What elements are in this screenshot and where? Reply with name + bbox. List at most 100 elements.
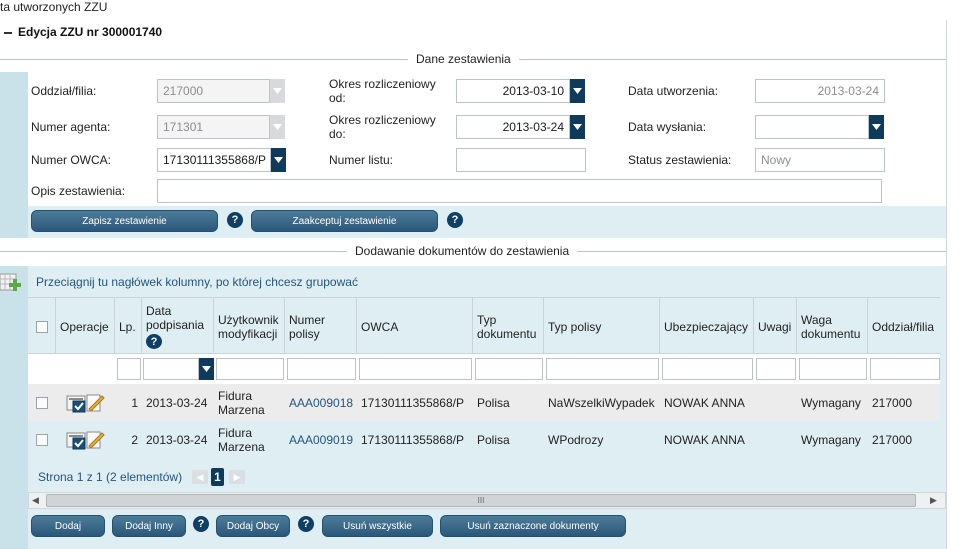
remove-all-button[interactable]: Usuń wszystkie: [322, 515, 433, 537]
help-icon[interactable]: ?: [227, 212, 243, 228]
numer-listu-label: Numer listu:: [329, 153, 394, 167]
scroll-left-icon[interactable]: ◀: [32, 495, 39, 506]
opis-input[interactable]: [157, 179, 882, 203]
opis-label: Opis zestawienia:: [31, 184, 126, 198]
filter-data-select[interactable]: [143, 358, 214, 380]
cell-owca: 17130111355868/P: [361, 395, 464, 410]
col-header-uwagi[interactable]: Uwagi: [754, 298, 797, 355]
row-checkbox-cell[interactable]: [28, 421, 56, 458]
owca-label: Numer OWCA:: [31, 153, 112, 167]
col-header-data[interactable]: Data podpisania?: [142, 298, 214, 355]
oddzial-value: 217000: [157, 79, 270, 103]
scroll-thumb[interactable]: III: [46, 494, 916, 507]
okres-do-value[interactable]: 2013-03-24: [456, 115, 570, 139]
okres-do-select[interactable]: 2013-03-24: [456, 115, 585, 139]
agent-value: 171301: [157, 115, 270, 139]
filter-uwagi[interactable]: [756, 358, 796, 380]
filter-ubezpieczajacy[interactable]: [662, 358, 753, 380]
cell-uwagi: [754, 384, 797, 421]
edit-document-icon[interactable]: [66, 392, 106, 414]
chevron-down-icon[interactable]: [271, 148, 286, 172]
cell-numer-polisy-link[interactable]: AAA009019: [285, 421, 357, 458]
col-header-lp[interactable]: Lp.: [115, 298, 142, 355]
filter-owca[interactable]: [359, 358, 472, 380]
cell-typ-polisy: WPodrozy: [548, 432, 604, 447]
owca-select[interactable]: 17130111355868/P: [157, 148, 286, 172]
okres-od-value[interactable]: 2013-03-10: [456, 79, 570, 103]
row-checkbox[interactable]: [36, 433, 48, 446]
col-header-uzytkownik[interactable]: Użytkownik modyfikacji: [214, 298, 285, 355]
grid-header: Operacje Lp. Data podpisania? Użytkownik m…: [28, 297, 940, 355]
save-button[interactable]: Zapisz zestawienie: [31, 210, 218, 232]
chevron-down-icon: [270, 79, 285, 103]
okres-od-label: Okres rozliczeniowy od:: [329, 77, 436, 105]
help-icon[interactable]: ?: [146, 334, 162, 349]
help-icon[interactable]: ?: [447, 212, 463, 228]
chevron-down-icon[interactable]: [570, 115, 585, 139]
data-utworzenia-label: Data utworzenia:: [628, 84, 719, 98]
collapse-icon[interactable]: [4, 31, 12, 34]
chevron-down-icon[interactable]: [869, 115, 884, 139]
cell-ubezpieczajacy: NOWAK ANNA: [664, 395, 745, 410]
prev-page-icon[interactable]: ◀: [192, 470, 208, 484]
filter-typ-polisy[interactable]: [546, 358, 659, 380]
select-all-checkbox[interactable]: [35, 320, 48, 333]
agent-label: Numer agenta:: [31, 120, 111, 134]
col-header-oddzial[interactable]: Oddział/filia: [868, 298, 940, 355]
filter-typ-dokumentu[interactable]: [475, 358, 543, 380]
add-other-button[interactable]: Dodaj Inny: [112, 515, 186, 537]
remove-selected-button[interactable]: Usuń zaznaczone dokumenty: [440, 515, 626, 537]
cell-numer-polisy-link[interactable]: AAA009018: [285, 384, 357, 421]
status-field: Nowy: [755, 148, 885, 172]
add-button[interactable]: Dodaj: [31, 515, 105, 537]
operations-cell[interactable]: [56, 421, 115, 458]
col-header-typ-dokumentu[interactable]: Typ dokumentu: [473, 298, 544, 355]
col-header-waga[interactable]: Waga dokumentu: [797, 298, 868, 355]
filter-oddzial[interactable]: [870, 358, 940, 380]
operations-cell[interactable]: [56, 384, 115, 421]
filter-uzytkownik[interactable]: [216, 358, 284, 380]
owca-value[interactable]: 17130111355868/P: [157, 148, 271, 172]
cell-data: 2013-03-24: [146, 395, 208, 410]
chevron-down-icon[interactable]: [570, 79, 585, 103]
chevron-down-icon[interactable]: [199, 358, 214, 380]
cell-ubezpieczajacy: NOWAK ANNA: [664, 432, 745, 447]
data-wyslania-value[interactable]: [755, 115, 869, 139]
edit-document-icon[interactable]: [66, 429, 106, 451]
filter-data[interactable]: [143, 358, 199, 380]
data-wyslania-select[interactable]: [755, 115, 884, 139]
row-checkbox-cell[interactable]: [28, 384, 56, 421]
header-checkbox-cell[interactable]: [28, 298, 56, 355]
okres-do-label: Okres rozliczeniowy do:: [329, 113, 436, 141]
cell-oddzial: 217000: [872, 432, 913, 447]
add-foreign-button[interactable]: Dodaj Obcy: [216, 515, 290, 537]
panel-gutter: [0, 72, 28, 238]
page-1-button[interactable]: 1: [211, 468, 224, 486]
data-utworzenia-field: 2013-03-24: [755, 79, 885, 103]
next-page-icon[interactable]: ▶: [229, 470, 245, 484]
row-checkbox[interactable]: [36, 396, 48, 409]
cell-uwagi: [754, 421, 797, 458]
filter-lp[interactable]: [117, 358, 141, 380]
filter-waga[interactable]: [799, 358, 867, 380]
group-hint: Przeciągnij tu nagłówek kolumny, po któr…: [36, 275, 358, 289]
col-header-ubezpieczajacy[interactable]: Ubezpieczający: [660, 298, 754, 355]
data-wyslania-label: Data wysłania:: [628, 120, 707, 134]
table-row[interactable]: 2 2013-03-24 Fidura Marzena AAA009019 171…: [28, 421, 940, 458]
filter-numer-polisy[interactable]: [287, 358, 356, 380]
col-header-operacje[interactable]: Operacje: [56, 298, 115, 355]
add-grid-icon[interactable]: [0, 272, 22, 300]
col-header-owca[interactable]: OWCA: [357, 298, 473, 355]
help-icon[interactable]: ?: [193, 516, 209, 532]
help-icon[interactable]: ?: [298, 516, 314, 532]
oddzial-label: Oddział/filia:: [31, 84, 97, 98]
scroll-right-icon[interactable]: ▶: [930, 495, 937, 506]
cell-waga: Wymagany: [801, 395, 861, 410]
table-row[interactable]: 1 2013-03-24 Fidura Marzena AAA009018 171…: [28, 384, 940, 421]
accept-button[interactable]: Zaakceptuj zestawienie: [251, 210, 438, 232]
col-header-numer-polisy[interactable]: Numer polisy: [285, 298, 357, 355]
agent-select: 171301: [157, 115, 285, 139]
okres-od-select[interactable]: 2013-03-10: [456, 79, 585, 103]
numer-listu-input[interactable]: [456, 148, 586, 172]
col-header-typ-polisy[interactable]: Typ polisy: [544, 298, 660, 355]
